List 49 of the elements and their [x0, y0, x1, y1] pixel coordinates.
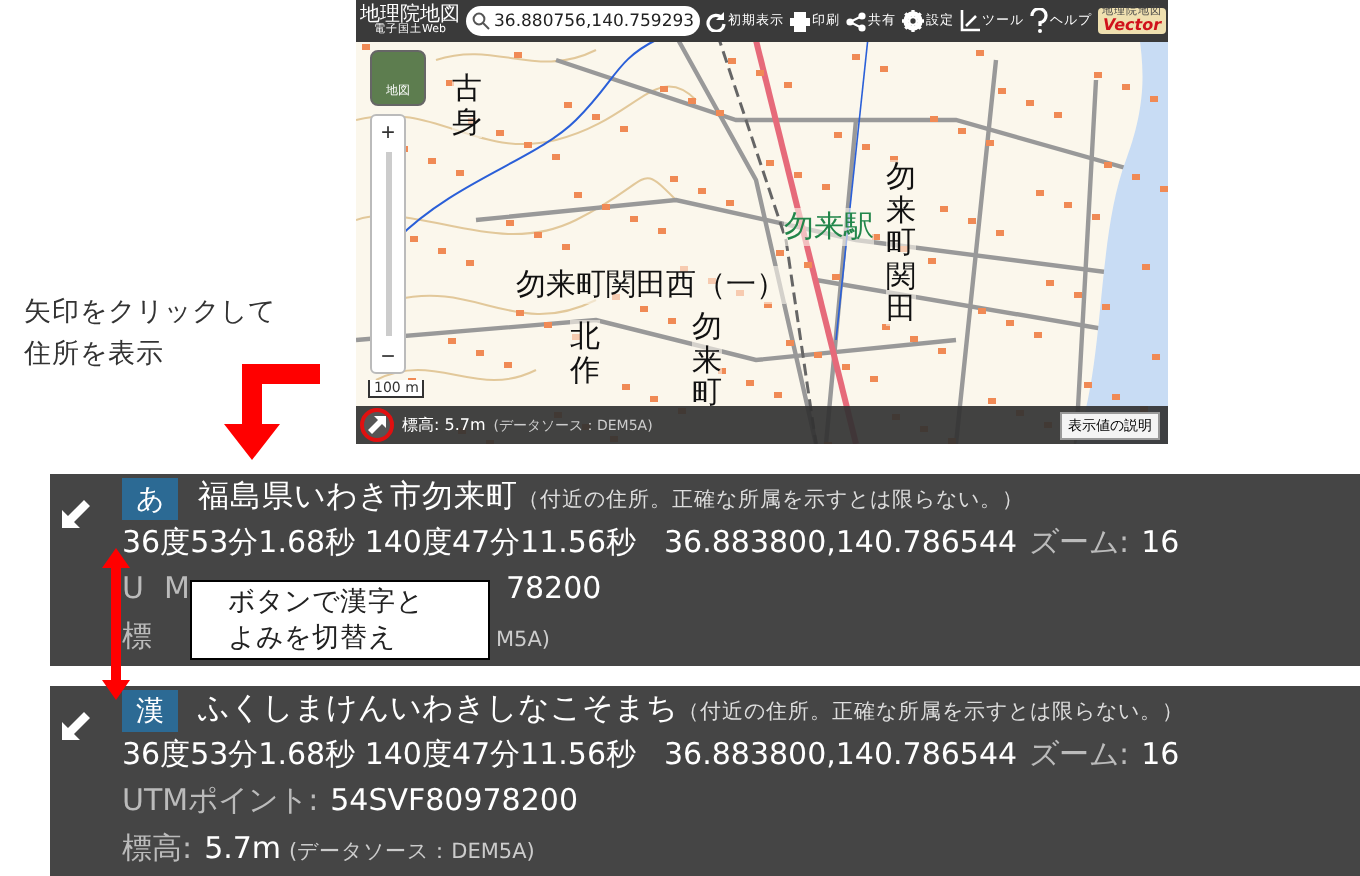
address-text: 福島県いわき市勿来町	[198, 476, 518, 518]
address-text: ふくしまけんいわきしなこそまち	[198, 688, 678, 730]
dms-coordinates: 36度53分1.68秒 140度47分11.56秒	[122, 523, 636, 561]
expand-button[interactable]	[360, 408, 394, 442]
zoom-label: ズーム:	[1029, 735, 1130, 773]
zoom-label: ズーム:	[1029, 523, 1130, 561]
elevation-label-fragment: 標	[122, 617, 152, 655]
callout-text: よみを切替え	[228, 620, 398, 656]
callout-text: ボタンで漢字と	[228, 584, 426, 620]
help-icon	[1030, 8, 1049, 34]
search-icon	[472, 12, 490, 30]
source-fragment: M5A)	[496, 627, 551, 651]
reload-icon	[706, 11, 727, 31]
share-icon	[846, 11, 867, 31]
dms-coordinates: 36度53分1.68秒 140度47分11.56秒	[122, 735, 636, 773]
utm-label-fragment: U	[122, 570, 144, 606]
bent-arrow-icon	[224, 364, 320, 460]
zoom-value: 16	[1141, 523, 1180, 559]
instruction-text: 住所を表示	[24, 336, 166, 374]
arrow-icon[interactable]	[62, 712, 90, 740]
place-label: 勿来町関田	[886, 160, 916, 325]
elevation-text: 標高: 5.7m	[402, 414, 486, 436]
zoom-value: 16	[1141, 735, 1180, 771]
place-label: 勿来町関田西（一）	[516, 266, 786, 304]
utm-value: 54SVF80978200	[330, 782, 578, 818]
elevation-value: 5.7m	[204, 829, 282, 865]
address-note: （付近の住所。正確な所属を示すとは限らない。）	[678, 698, 1184, 726]
utm-value-fragment: 78200	[505, 570, 602, 606]
arrow-icon	[368, 416, 386, 434]
ruler-icon	[960, 10, 981, 32]
kana-toggle-button[interactable]: 漢	[122, 690, 178, 733]
zoom-out-button[interactable]: −	[372, 340, 404, 372]
decimal-coordinates: 36.883800,140.786544	[664, 735, 1018, 771]
zoom-in-button[interactable]: +	[372, 116, 404, 148]
instruction-text: 矢印をクリックして	[24, 294, 278, 332]
place-label: 勿来町	[692, 310, 722, 409]
arrow-icon[interactable]	[62, 500, 90, 528]
station-label: 勿来駅	[784, 208, 874, 246]
decimal-coordinates: 36.883800,140.786544	[664, 523, 1018, 559]
settings-icon	[902, 10, 925, 32]
utm-label-fragment: M	[163, 570, 190, 606]
search-field[interactable]: 36.880756,140.759293	[466, 6, 701, 36]
utm-label: UTMポイント:	[122, 782, 319, 820]
source-text: (データソース：DEM5A)	[289, 837, 535, 865]
address-note: （付近の住所。正確な所属を示すとは限らない。）	[518, 486, 1024, 514]
kana-toggle-button[interactable]: あ	[122, 478, 178, 521]
place-label: 北作	[570, 320, 600, 386]
place-label: 古身	[452, 72, 482, 138]
elevation-label: 標高:	[122, 829, 193, 867]
